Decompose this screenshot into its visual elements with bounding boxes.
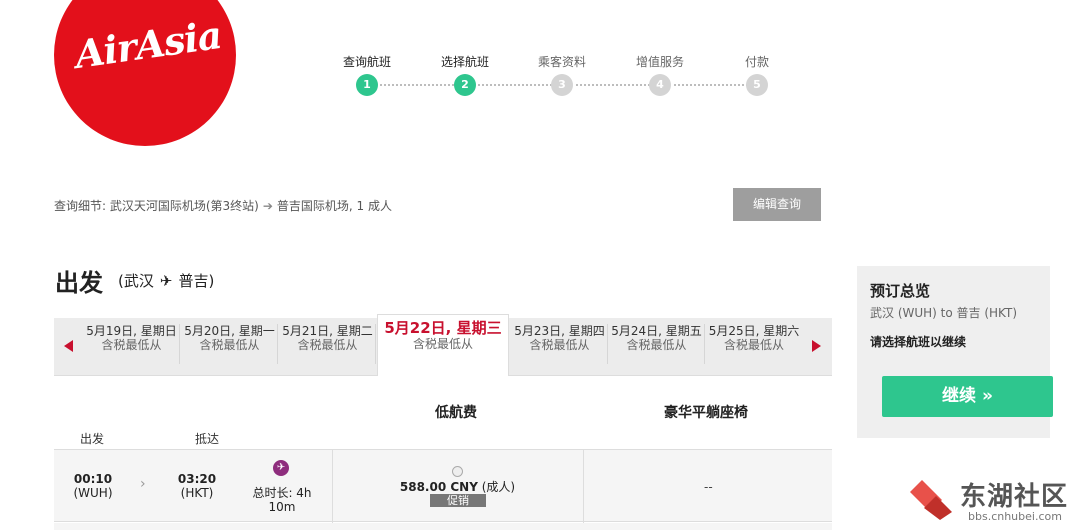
- depart-info: 00:10 (WUH): [68, 472, 118, 500]
- date-tab-date: 5月24日, 星期五: [611, 324, 702, 338]
- booking-steps: 查询航班 1 选择航班 2 乘客资料 3 增值服务 4 付款 5: [330, 52, 790, 102]
- price-value: 588.00 CNY: [399, 480, 478, 494]
- low-fare-column-title: 低航费: [435, 405, 477, 421]
- flight-duration: 总时长: 4h 10m: [252, 486, 312, 514]
- step-label: 乘客资料: [537, 55, 586, 69]
- logo-text: AirAsia: [72, 11, 224, 78]
- arrive-info: 03:20 (HKT): [172, 472, 222, 500]
- continue-button[interactable]: 继续 »: [882, 376, 1053, 417]
- column-divider: [332, 450, 333, 530]
- column-divider: [583, 450, 584, 530]
- edit-search-button[interactable]: 编辑查询: [733, 188, 821, 221]
- step-search-flight[interactable]: 查询航班 1: [327, 52, 407, 96]
- route-origin: (武汉: [118, 272, 154, 290]
- date-tab-sub: 含税最低从: [297, 338, 358, 352]
- date-tab-date: 5月20日, 星期一: [184, 324, 275, 338]
- airplane-icon: ✈: [159, 272, 173, 290]
- depart-time: 00:10: [73, 472, 113, 486]
- summary-route: 武汉 (WUH) to 普吉 (HKT): [870, 306, 1017, 320]
- summary-title: 预订总览: [870, 282, 931, 300]
- chevron-right-icon: ›: [140, 476, 146, 492]
- booking-summary-panel: 预订总览 武汉 (WUH) to 普吉 (HKT) 请选择航班以继续 继续 »: [857, 266, 1053, 438]
- step-label: 增值服务: [635, 55, 684, 69]
- date-tab-sub: 含税最低从: [412, 337, 473, 351]
- watermark-logo-icon: [910, 480, 952, 520]
- date-tab-date: 5月19日, 星期日: [86, 324, 177, 338]
- arrive-column-label: 抵达: [195, 432, 220, 446]
- date-tab[interactable]: 5月21日, 星期二 含税最低从: [280, 324, 376, 364]
- search-summary: 查询细节: 武汉天河国际机场(第3终站) ➔ 普吉国际机场, 1 成人: [54, 197, 392, 214]
- price-suffix: (成人): [481, 480, 516, 494]
- date-tab[interactable]: 5月25日, 星期六 含税最低从: [706, 324, 802, 364]
- date-tab-date: 5月21日, 星期二: [282, 324, 373, 338]
- low-fare-radio[interactable]: [452, 466, 463, 477]
- step-label: 选择航班: [440, 55, 489, 69]
- date-tab[interactable]: 5月23日, 星期四 含税最低从: [512, 324, 608, 364]
- date-selector: 5月19日, 星期日 含税最低从 5月20日, 星期一 含税最低从 5月21日,…: [54, 314, 832, 376]
- previous-dates-arrow-icon[interactable]: [64, 340, 73, 352]
- flight-row: 00:10 (WUH) › 03:20 (HKT) ✈ 总时长: 4h 10m …: [54, 450, 832, 522]
- date-tab-sub: 含税最低从: [101, 338, 162, 352]
- departure-title: 出发: [55, 269, 103, 297]
- step-number: 1: [356, 74, 378, 96]
- date-tab[interactable]: 5月20日, 星期一 含税最低从: [182, 324, 278, 364]
- route-destination: 普吉): [178, 272, 215, 290]
- date-tab[interactable]: 5月24日, 星期五 含税最低从: [609, 324, 705, 364]
- depart-column-label: 出发: [80, 432, 105, 446]
- step-number: 2: [454, 74, 476, 96]
- watermark: 东湖社区 bbs.cnhubei.com: [906, 474, 1086, 530]
- depart-code: (WUH): [73, 486, 113, 500]
- step-add-ons: 增值服务 4: [620, 52, 700, 96]
- watermark-url: bbs.cnhubei.com: [968, 510, 1062, 523]
- summary-note: 请选择航班以继续: [870, 335, 967, 349]
- premium-flatbed-column-title: 豪华平躺座椅: [664, 405, 748, 421]
- step-number: 4: [649, 74, 671, 96]
- step-label: 付款: [744, 55, 769, 69]
- arrive-time: 03:20: [177, 472, 217, 486]
- airline-plane-icon: ✈: [273, 460, 289, 476]
- date-tab-date: 5月22日, 星期三: [384, 319, 502, 337]
- duration-line: 总时长: 4h: [252, 486, 312, 500]
- step-number: 5: [746, 74, 768, 96]
- low-fare-price: 588.00 CNY (成人): [394, 478, 521, 495]
- search-origin-text: 查询细节: 武汉天河国际机场(第3终站): [54, 199, 259, 213]
- date-tab-sub: 含税最低从: [723, 338, 784, 352]
- date-tab[interactable]: 5月19日, 星期日 含税最低从: [84, 324, 180, 364]
- search-destination-text: 普吉国际机场, 1 成人: [276, 199, 393, 213]
- step-number: 3: [551, 74, 573, 96]
- date-tab-sub: 含税最低从: [529, 338, 590, 352]
- arrive-code: (HKT): [180, 486, 214, 500]
- date-tab-sub: 含税最低从: [199, 338, 260, 352]
- date-tab-date: 5月23日, 星期四: [514, 324, 605, 338]
- duration-line: 10m: [268, 500, 296, 514]
- step-select-flight: 选择航班 2: [425, 52, 505, 96]
- airasia-logo[interactable]: AirAsia: [54, 0, 236, 146]
- date-tab-selected[interactable]: 5月22日, 星期三 含税最低从: [377, 314, 509, 376]
- step-passenger-info: 乘客资料 3: [522, 52, 602, 96]
- arrow-right-icon: ➔: [262, 199, 273, 213]
- promo-badge: 促销: [430, 494, 486, 507]
- departure-route: (武汉 ✈ 普吉): [118, 270, 214, 291]
- fare-table-header: 低航费 豪华平躺座椅 出发 抵达: [54, 376, 832, 450]
- watermark-text: 东湖社区: [960, 482, 1069, 512]
- date-tab-date: 5月25日, 星期六: [708, 324, 800, 338]
- next-dates-arrow-icon[interactable]: [812, 340, 821, 352]
- step-label: 查询航班: [342, 55, 391, 69]
- step-payment: 付款 5: [717, 52, 797, 96]
- premium-fare-value: --: [704, 480, 713, 494]
- date-tab-sub: 含税最低从: [626, 338, 687, 352]
- table-row: [54, 523, 832, 530]
